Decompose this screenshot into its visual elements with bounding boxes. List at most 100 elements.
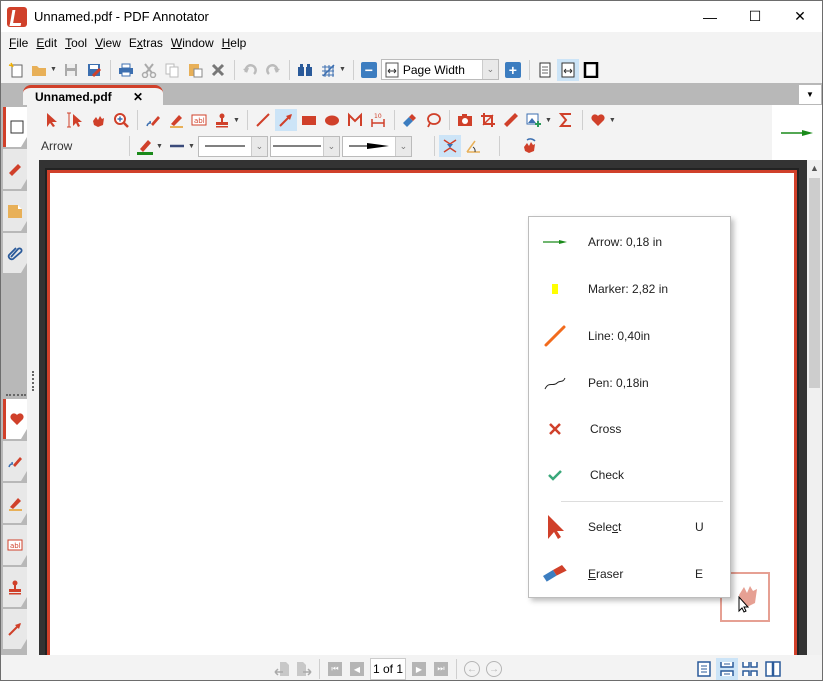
favorite-arrow[interactable]: Arrow: 0,18 in xyxy=(529,219,730,265)
copy-button[interactable] xyxy=(161,59,183,81)
vertical-scrollbar[interactable]: ▲ xyxy=(807,160,822,655)
fit-width-button[interactable] xyxy=(556,58,579,81)
scroll-up-icon[interactable]: ▲ xyxy=(807,160,822,176)
select-tool-button[interactable] xyxy=(41,109,63,131)
favorite-pen[interactable]: Pen: 0,18in xyxy=(529,360,730,406)
single-page-layout-button[interactable] xyxy=(693,658,715,680)
print-button[interactable] xyxy=(115,59,137,81)
angle-button[interactable] xyxy=(462,135,484,157)
pen-tool-button[interactable] xyxy=(142,109,164,131)
forward-button[interactable]: → xyxy=(485,660,503,678)
open-dropdown-icon[interactable]: ▼ xyxy=(50,66,57,73)
pan-tool-button[interactable] xyxy=(87,109,109,131)
scrollbar-thumb[interactable] xyxy=(809,178,820,388)
polygon-tool-button[interactable] xyxy=(344,109,366,131)
stamp-tool-button[interactable] xyxy=(211,109,233,131)
stamp-dropdown-icon[interactable]: ▼ xyxy=(233,117,240,124)
color-dropdown-icon[interactable]: ▼ xyxy=(156,143,163,150)
arrow-tool-button[interactable] xyxy=(274,109,297,131)
favorite-cross[interactable]: Cross xyxy=(529,406,730,452)
next-page-button[interactable]: ▶ xyxy=(410,660,428,678)
menu-help[interactable]: Help xyxy=(218,36,251,50)
zoom-tool-button[interactable] xyxy=(110,109,132,131)
zoom-in-button[interactable]: + xyxy=(502,59,524,81)
minimize-button[interactable]: — xyxy=(687,1,733,32)
new-document-button[interactable] xyxy=(5,59,27,81)
panel-resize-grip[interactable] xyxy=(32,371,35,391)
line-width-button[interactable] xyxy=(166,135,188,157)
menu-file[interactable]: File xyxy=(5,36,32,50)
sidebar-tab-attachments[interactable] xyxy=(3,233,27,273)
hand-pointer-button[interactable] xyxy=(518,135,540,157)
fullscreen-button[interactable] xyxy=(580,59,602,81)
grid-button[interactable] xyxy=(317,59,339,81)
menu-item-select[interactable]: Select U xyxy=(529,504,730,550)
close-tab-icon[interactable]: ✕ xyxy=(133,90,143,104)
tab-list-dropdown[interactable]: ▼ xyxy=(799,85,821,104)
cut-button[interactable] xyxy=(138,59,160,81)
snap-button[interactable] xyxy=(438,135,461,157)
sidebar-tab-notes[interactable] xyxy=(3,191,27,231)
favorite-marker[interactable]: Marker: 2,82 in xyxy=(529,266,730,312)
two-page-layout-button[interactable] xyxy=(762,658,784,680)
maximize-button[interactable]: ☐ xyxy=(732,1,778,32)
grid-dropdown-icon[interactable]: ▼ xyxy=(339,66,346,73)
save-button[interactable] xyxy=(60,59,82,81)
menu-view[interactable]: View xyxy=(91,36,125,50)
favorites-button[interactable] xyxy=(587,109,609,131)
crop-tool-button[interactable] xyxy=(477,109,499,131)
ruler-tool-button[interactable] xyxy=(500,109,522,131)
menu-edit[interactable]: Edit xyxy=(32,36,61,50)
line-tool-button[interactable] xyxy=(252,109,274,131)
continuous-layout-button[interactable] xyxy=(716,658,738,680)
image-dropdown-icon[interactable]: ▼ xyxy=(545,117,552,124)
sidebar-tab-pen[interactable] xyxy=(3,441,27,481)
menu-extras[interactable]: Extras xyxy=(125,36,167,50)
back-button[interactable]: ← xyxy=(463,660,481,678)
first-page-button[interactable]: ⏮ xyxy=(326,660,344,678)
sidebar-tab-stamp[interactable] xyxy=(3,567,27,607)
marker-tool-button[interactable] xyxy=(165,109,187,131)
open-button[interactable] xyxy=(28,59,50,81)
prev-page-button[interactable]: ◀ xyxy=(348,660,366,678)
document-tab[interactable]: Unnamed.pdf ✕ xyxy=(23,85,163,105)
text-select-tool-button[interactable] xyxy=(64,109,86,131)
undo-button[interactable] xyxy=(239,59,261,81)
sidebar-split-grip[interactable] xyxy=(6,394,26,396)
line-start-select[interactable]: ⌄ xyxy=(269,135,340,157)
sidebar-tab-bookmarks[interactable] xyxy=(3,149,27,189)
line-end-select[interactable]: ⌄ xyxy=(341,135,412,157)
line-width-dropdown-icon[interactable]: ▼ xyxy=(188,143,195,150)
previous-view-button[interactable] xyxy=(273,660,291,678)
next-view-button[interactable] xyxy=(295,660,313,678)
rectangle-tool-button[interactable] xyxy=(298,109,320,131)
two-page-continuous-layout-button[interactable] xyxy=(739,658,761,680)
menu-window[interactable]: Window xyxy=(167,36,218,50)
sidebar-tab-arrow[interactable] xyxy=(3,609,27,649)
page-number-field[interactable]: 1 of 1 xyxy=(370,658,406,680)
sidebar-tab-text[interactable]: abl xyxy=(3,525,27,565)
sidebar-tab-favorites[interactable] xyxy=(3,399,27,439)
snapshot-tool-button[interactable] xyxy=(454,109,476,131)
lasso-tool-button[interactable] xyxy=(422,109,444,131)
dimension-tool-button[interactable]: 10 xyxy=(367,109,389,131)
color-picker-button[interactable] xyxy=(134,135,156,157)
last-page-button[interactable]: ⏭ xyxy=(432,660,450,678)
favorites-dropdown-icon[interactable]: ▼ xyxy=(609,117,616,124)
close-button[interactable]: ✕ xyxy=(777,1,822,32)
menu-item-eraser[interactable]: Eraser E xyxy=(529,551,730,597)
ellipse-tool-button[interactable] xyxy=(321,109,343,131)
formula-tool-button[interactable] xyxy=(555,109,577,131)
sidebar-tab-pages[interactable] xyxy=(3,107,27,147)
eraser-tool-button[interactable] xyxy=(399,109,421,131)
zoom-out-button[interactable]: − xyxy=(358,59,380,81)
find-button[interactable] xyxy=(294,59,316,81)
fit-page-button[interactable] xyxy=(534,59,556,81)
menu-tool[interactable]: Tool xyxy=(61,36,91,50)
favorite-line[interactable]: Line: 0,40in xyxy=(529,313,730,359)
delete-button[interactable] xyxy=(207,59,229,81)
favorite-check[interactable]: Check xyxy=(529,452,730,498)
redo-button[interactable] xyxy=(262,59,284,81)
image-tool-button[interactable] xyxy=(523,109,545,131)
zoom-mode-select[interactable]: Page Width ⌄ xyxy=(380,59,499,80)
